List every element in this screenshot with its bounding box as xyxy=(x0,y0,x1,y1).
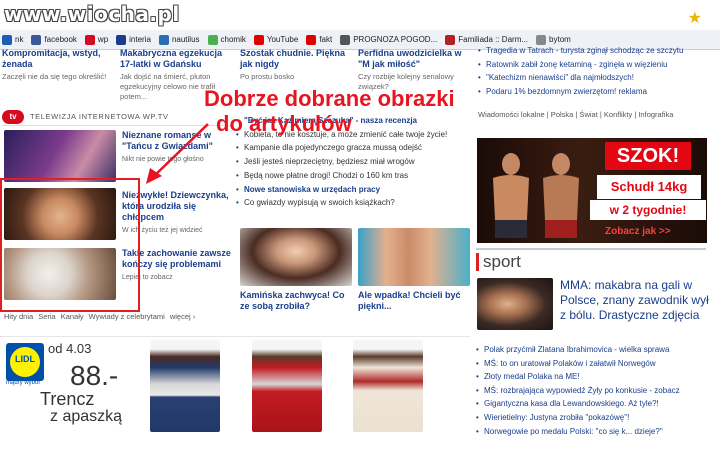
bookmark-favicon-icon xyxy=(31,34,42,45)
bookmark-item[interactable]: fakt xyxy=(306,34,333,45)
list-item[interactable]: Podaru 1% bezdomnym zwierzętom! reklama xyxy=(478,85,718,99)
sport-news-list: Polak przyćmił Zlatana Ibrahimovica - wi… xyxy=(476,343,716,438)
list-item[interactable]: Ratownik zabił żonę ketaminą - zginęła w… xyxy=(478,58,718,72)
tv-footer-link[interactable]: Seria xyxy=(38,312,56,321)
photo-mma[interactable] xyxy=(477,278,553,330)
list-item[interactable]: Złoty medal Polaka na ME! xyxy=(476,370,716,384)
list-item[interactable]: Nowe stanowiska w urzędach pracy xyxy=(236,183,472,197)
bookmark-favicon-icon xyxy=(536,34,547,45)
bookmark-item[interactable]: chomik xyxy=(207,34,246,45)
annotation-arrow-icon xyxy=(146,123,209,184)
photo-caption[interactable]: Kamińska zachwyca! Co ze sobą zrobiła? xyxy=(240,290,355,312)
list-item[interactable]: Norwegowie po medalu Polski: "co się k..… xyxy=(476,425,716,439)
ad-men-illustration-icon xyxy=(493,153,579,238)
photo-kaminska[interactable] xyxy=(240,228,352,286)
bookmark-label: nautilus xyxy=(171,35,200,44)
bookmark-label: bytom xyxy=(549,35,571,44)
bookmark-item[interactable]: nk xyxy=(2,34,24,45)
ad-line1: Schudł 14kg xyxy=(597,175,701,199)
bookmark-item[interactable]: bytom xyxy=(536,34,571,45)
list-item[interactable]: Polak przyćmił Zlatana Ibrahimovica - wi… xyxy=(476,343,716,357)
lidl-model-cream-coat[interactable] xyxy=(353,340,423,432)
lidl-slogan: mądry wybór xyxy=(6,380,41,386)
sport-headline[interactable]: MMA: makabra na gali w Polsce, znany zaw… xyxy=(560,278,710,323)
sport-heading[interactable]: sport xyxy=(483,252,521,272)
list-item[interactable]: MŚ: to on uratował Polaków i załatwił No… xyxy=(476,357,716,371)
annotation-text-line1: Dobrze dobrane obrazki xyxy=(204,86,455,111)
bookmark-favicon-icon xyxy=(340,34,351,45)
lidl-model-navy-coat[interactable] xyxy=(150,340,220,432)
bookmark-item[interactable]: nautilus xyxy=(158,34,200,45)
bookmark-favicon-icon xyxy=(445,34,456,45)
section-accent-bar xyxy=(476,253,479,271)
bookmark-label: Familiada :: Darm... xyxy=(458,35,529,44)
photo-beach-wpadka[interactable] xyxy=(358,228,470,286)
bookmark-label: wp xyxy=(97,35,109,44)
ad-cta-link[interactable]: Zobacz jak >> xyxy=(605,226,671,237)
ad-banner-weightloss[interactable]: SZOK! Schudł 14kg w 2 tygodnie! Zobacz j… xyxy=(477,138,707,243)
photo-caption[interactable]: Ale wpadka! Chcieli być piękni... xyxy=(358,290,470,312)
bookmark-item[interactable]: wp xyxy=(84,34,109,45)
top-article-title[interactable]: Szostak chudnie. Piękna jak nigdy xyxy=(240,48,352,70)
tv-footer-link[interactable]: Kanały xyxy=(61,312,84,321)
annotation-text-line2: do artykułów xyxy=(216,111,352,136)
list-item[interactable]: "Katechizm nienawiści" dla najmłodszych! xyxy=(478,71,718,85)
list-item[interactable]: Gigantyczna kasa dla Lewandowskiego. Aż … xyxy=(476,397,716,411)
bookmark-favicon-icon xyxy=(116,34,127,45)
wp-tv-logo[interactable]: tv xyxy=(2,109,24,124)
bookmark-favicon-icon xyxy=(2,34,12,45)
bookmark-label: facebook xyxy=(44,35,77,44)
bookmark-label: interia xyxy=(129,35,151,44)
bookmark-item[interactable]: YouTube xyxy=(253,34,299,45)
bookmark-label: chomik xyxy=(220,35,246,44)
bookmark-item[interactable]: facebook xyxy=(31,34,77,45)
ad-line2: w 2 tygodnie! xyxy=(590,200,706,220)
lidl-product-name: Trencz xyxy=(40,389,95,409)
top-news-list: Tragedia w Tatrach - turysta zginął scho… xyxy=(478,44,718,98)
list-item[interactable]: Tragedia w Tatrach - turysta zginął scho… xyxy=(478,44,718,58)
list-item[interactable]: MŚ: rozbrajająca wypowiedź Żyły po konku… xyxy=(476,384,716,398)
bookmark-favicon-icon xyxy=(207,34,218,45)
bookmark-favicon-icon xyxy=(158,34,169,45)
top-article[interactable]: Szostak chudnie. Piękna jak nigdy Po pro… xyxy=(240,48,352,82)
bookmark-favicon-icon xyxy=(306,34,317,45)
tv-thumbnail-dancers[interactable] xyxy=(4,130,116,182)
tv-footer-links: Hity dnia Seria Kanały Wywiady z celebry… xyxy=(4,312,195,321)
list-item[interactable]: Jeśli jesteś nieprzeciętny, będziesz mia… xyxy=(236,155,472,169)
bookmark-item[interactable]: interia xyxy=(116,34,151,45)
bookmark-label: fakt xyxy=(319,35,333,44)
bookmark-favicon-icon xyxy=(253,34,264,45)
tv-footer-link[interactable]: więcej › xyxy=(170,312,195,321)
lidl-product-name-2: z apaszką xyxy=(50,408,123,425)
bookmark-item[interactable]: Familiada :: Darm... xyxy=(445,34,529,45)
bookmark-favicon-icon xyxy=(84,34,95,45)
top-article-title[interactable]: Makabryczna egzekucja 17-latki w Gdańsku xyxy=(120,48,235,70)
top-article-sub: Zaczęli nie da się tego określić! xyxy=(2,72,107,81)
bookmark-item[interactable]: PROGNOZA POGOD... xyxy=(340,34,438,45)
top-article-sub: Po prostu bosko xyxy=(240,72,295,81)
ad-headline: SZOK! xyxy=(605,142,691,170)
bookmark-star-icon[interactable]: ★ xyxy=(688,8,702,28)
bookmark-label: PROGNOZA POGOD... xyxy=(353,35,438,44)
lidl-price: 88.- xyxy=(70,360,119,391)
lidl-logo: LIDL xyxy=(6,343,44,381)
bookmark-label: nk xyxy=(15,35,24,44)
annotation-highlight-box xyxy=(0,178,140,312)
news-category-links[interactable]: Wiadomości lokalne | Polska | Świat | Ko… xyxy=(478,110,673,119)
tv-footer-link[interactable]: Hity dnia xyxy=(4,312,33,321)
lidl-date: od 4.03 xyxy=(48,341,92,356)
list-item[interactable]: Wierietielny: Justyna zrobiła "pokazówę"… xyxy=(476,411,716,425)
top-article-title[interactable]: Perfidna uwodzicielka w "M jak miłość" xyxy=(358,48,470,70)
top-article[interactable]: Kompromitacja, wstyd, żenada Zaczęli nie… xyxy=(2,48,114,82)
lidl-model-red-coat[interactable] xyxy=(252,340,322,432)
tv-footer-link[interactable]: Wywiady z celebrytami xyxy=(89,312,165,321)
list-item[interactable]: Będą nowe płatne drogi! Chodzi o 160 km … xyxy=(236,169,472,183)
sport-section-header: sport xyxy=(476,248,706,272)
list-item[interactable]: Co gwiazdy wypisują w swoich książkach? xyxy=(236,196,472,210)
watermark-logo: www.wiocha.pl xyxy=(4,2,180,26)
top-article-title[interactable]: Kompromitacja, wstyd, żenada xyxy=(2,48,114,70)
list-item[interactable]: Kampanie dla pojedynczego gracza mussą o… xyxy=(236,141,472,155)
bookmark-label: YouTube xyxy=(266,35,299,44)
